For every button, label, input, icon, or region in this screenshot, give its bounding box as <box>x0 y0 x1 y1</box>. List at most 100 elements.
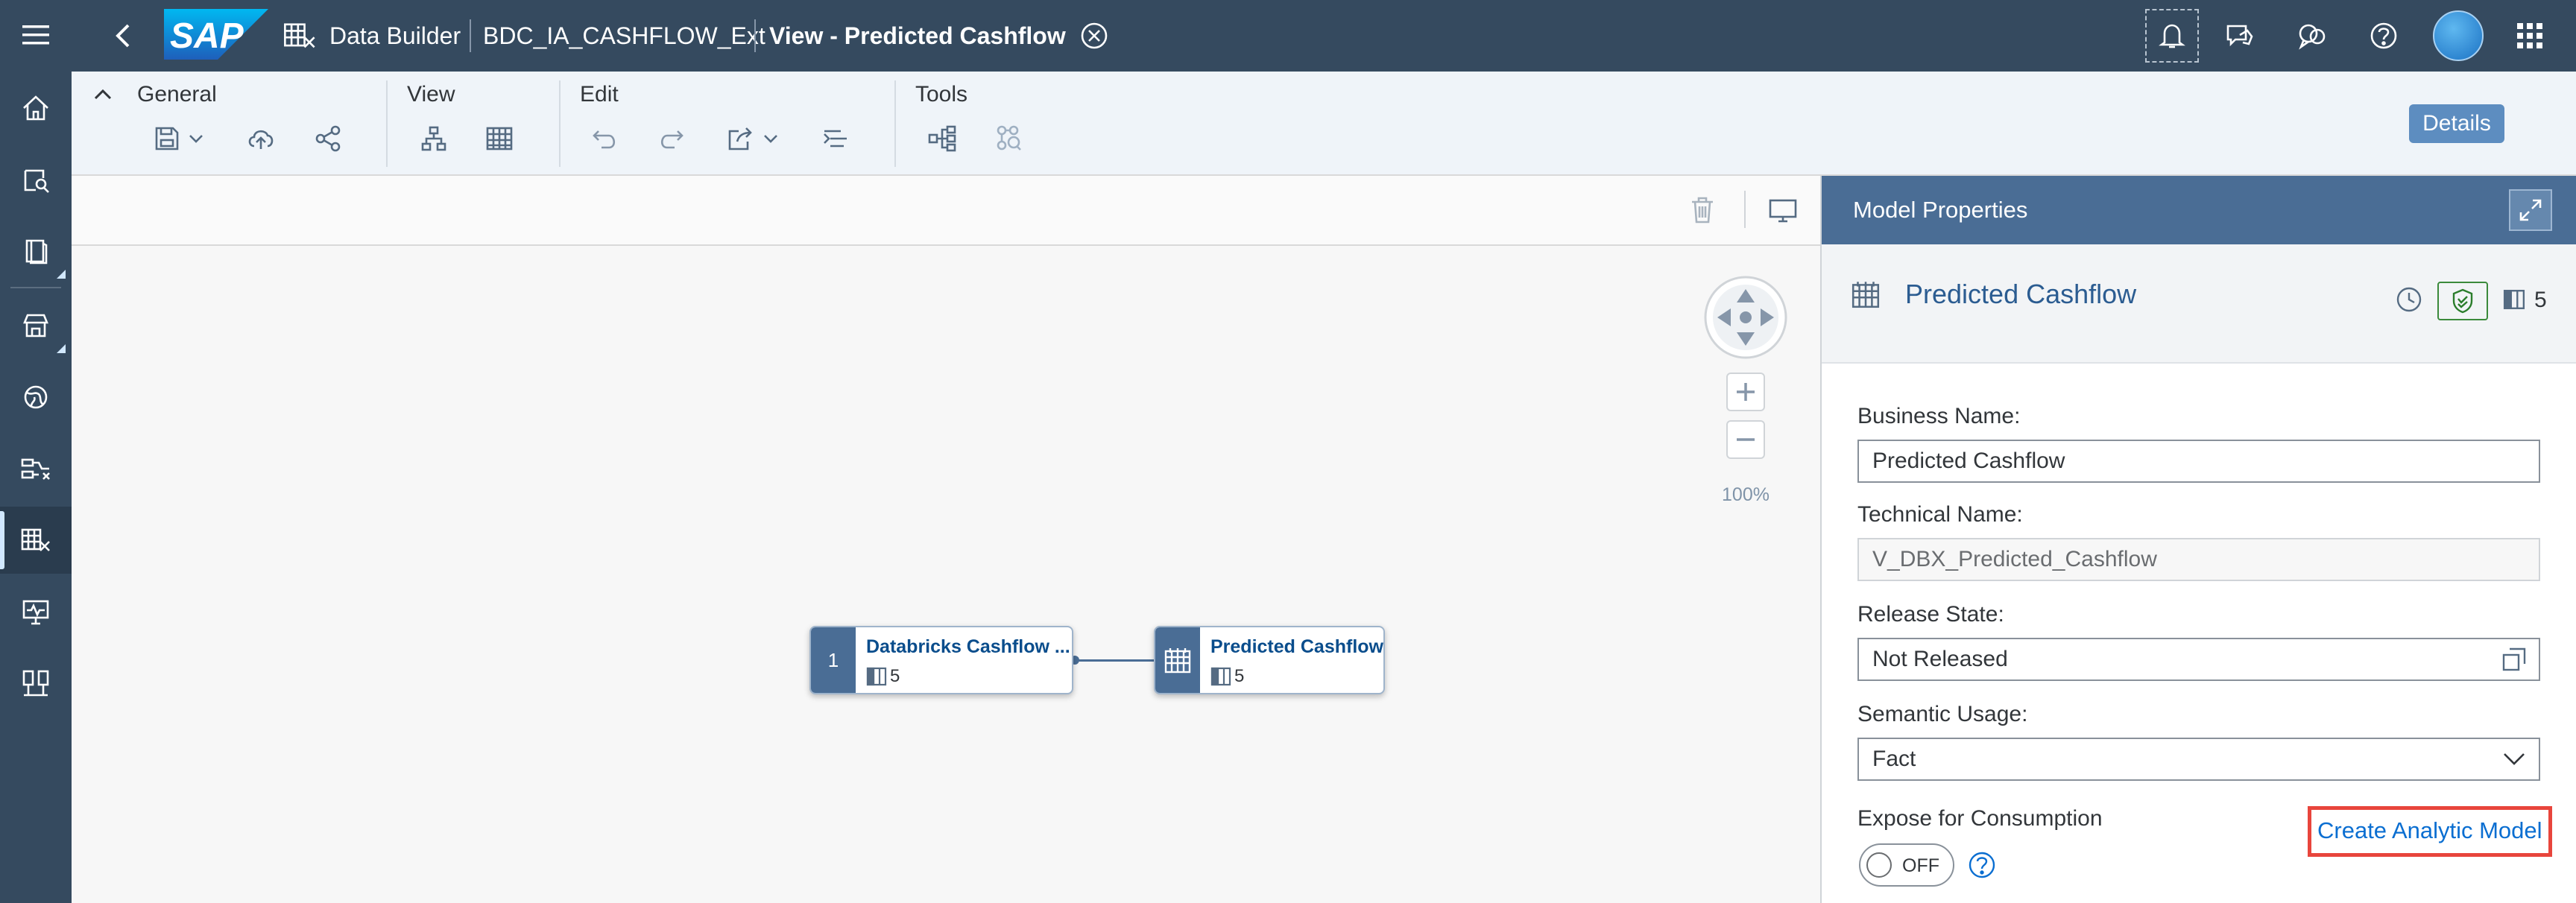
auto-layout-icon[interactable] <box>410 118 458 159</box>
semantic-usage-select[interactable]: Fact <box>1857 738 2540 781</box>
toolbar-group-edit: Edit <box>580 82 619 107</box>
space-name[interactable]: BDC_IA_CASHFLOW_Ext <box>483 0 765 72</box>
expose-help-icon[interactable] <box>1968 851 1996 879</box>
notifications-bell-icon[interactable] <box>2145 9 2199 63</box>
data-builder-app-icon <box>282 18 318 54</box>
expand-indicator <box>57 344 66 353</box>
catalog-search-icon[interactable] <box>0 146 72 213</box>
view-title: View - Predicted Cashflow <box>769 22 1066 49</box>
back-icon[interactable] <box>98 12 146 60</box>
node-column-count: 5 <box>866 666 900 687</box>
node-column-count: 5 <box>1210 666 1244 687</box>
repository-icon[interactable] <box>0 218 72 285</box>
export-menu-button[interactable] <box>716 118 790 159</box>
sap-logo[interactable]: SAP <box>164 9 268 60</box>
view-object-icon <box>1850 279 1881 310</box>
expand-indicator <box>57 270 66 279</box>
object-name: Predicted Cashflow <box>1905 279 2137 309</box>
undo-icon[interactable] <box>581 118 629 159</box>
breadcrumb-separator <box>754 19 756 52</box>
data-builder-icon[interactable] <box>0 507 72 574</box>
pan-navigation-control[interactable] <box>1702 274 1789 361</box>
table-view-icon[interactable] <box>476 118 523 159</box>
chevron-down-icon <box>189 135 203 143</box>
data-preview-icon[interactable] <box>984 118 1032 159</box>
chevron-down-icon[interactable] <box>2501 750 2527 769</box>
redo-icon[interactable] <box>647 118 695 159</box>
share-icon[interactable] <box>304 118 352 159</box>
collapse-toolbar-icon[interactable] <box>92 86 113 101</box>
release-state-value: Not Released <box>1872 647 2008 671</box>
columns-icon <box>866 667 887 686</box>
technical-name-input[interactable]: V_DBX_Predicted_Cashflow <box>1857 538 2540 581</box>
toggle-knob <box>1866 852 1892 878</box>
release-state-field[interactable]: Not Released <box>1857 638 2540 681</box>
menu-icon[interactable] <box>0 1 72 69</box>
toolbar-separator <box>386 80 388 167</box>
source-node-databricks-cashflow[interactable]: 1 Databricks Cashflow ... 5 <box>809 626 1073 694</box>
output-node-predicted-cashflow[interactable]: Predicted Cashflow 5 <box>1154 626 1385 694</box>
panel-title: Model Properties <box>1853 197 2028 223</box>
column-count: 5 <box>2534 288 2547 312</box>
delete-icon[interactable] <box>1689 195 1716 225</box>
save-icon <box>155 127 179 150</box>
data-integration-icon[interactable] <box>0 435 72 502</box>
export-icon <box>728 127 752 150</box>
node-connector <box>1073 659 1155 662</box>
help-icon[interactable] <box>2360 12 2408 60</box>
app-name[interactable]: Data Builder <box>329 0 461 72</box>
release-state-label: Release State: <box>1857 602 2004 627</box>
feedback-icon[interactable] <box>2217 12 2264 60</box>
object-summary: Predicted Cashflow 5 <box>1822 244 2576 364</box>
space-management-icon[interactable] <box>0 650 72 717</box>
semantic-usage-value: Fact <box>1872 747 1916 771</box>
close-view-icon[interactable] <box>1070 12 1118 60</box>
deploy-icon[interactable] <box>237 118 285 159</box>
impact-lineage-list-icon[interactable] <box>812 118 860 159</box>
columns-icon <box>1210 667 1231 686</box>
toolbar-separator <box>894 80 896 167</box>
toolbar-group-view: View <box>407 82 455 107</box>
marketplace-icon[interactable] <box>0 292 72 359</box>
expose-toggle[interactable]: OFF <box>1859 843 1954 887</box>
breadcrumb-separator <box>470 19 471 52</box>
data-access-monitor-icon[interactable] <box>0 578 72 645</box>
save-menu-button[interactable] <box>142 118 216 159</box>
nav-separator <box>10 287 61 288</box>
panel-header: Model Properties <box>1822 176 2576 244</box>
expand-panel-icon[interactable] <box>2509 189 2552 231</box>
zoom-in-icon[interactable] <box>1726 373 1765 411</box>
canvas-toolbar <box>72 176 1820 246</box>
zoom-out-icon[interactable] <box>1726 420 1765 459</box>
toolbar-separator <box>559 80 561 167</box>
diagram-canvas[interactable] <box>72 176 1820 903</box>
svg-text:SAP: SAP <box>170 16 244 56</box>
zoom-level: 100% <box>1722 484 1770 505</box>
product-switch-icon[interactable] <box>2506 12 2554 60</box>
node-badge: 1 <box>811 627 856 693</box>
toolbar-separator <box>1744 191 1746 228</box>
details-button[interactable]: Details <box>2409 104 2504 143</box>
node-title: Databricks Cashflow ... <box>866 636 1070 657</box>
chevron-down-icon <box>764 135 777 143</box>
deployed-status-shield-icon[interactable] <box>2437 282 2488 320</box>
what-is-new-icon[interactable] <box>2288 12 2336 60</box>
data-sharing-globe-icon[interactable] <box>0 364 72 431</box>
business-name-label: Business Name: <box>1857 404 2021 428</box>
value-help-icon[interactable] <box>2501 647 2527 672</box>
user-avatar[interactable] <box>2433 10 2484 61</box>
home-icon[interactable] <box>0 75 72 142</box>
toolbar-group-general: General <box>137 82 217 107</box>
fullscreen-monitor-icon[interactable] <box>1768 198 1798 224</box>
history-clock-icon[interactable] <box>2396 286 2422 313</box>
shell-bar: SAP Data Builder BDC_IA_CASHFLOW_Ext Vie… <box>72 0 2576 72</box>
view-icon <box>1155 627 1200 693</box>
node-title: Predicted Cashflow <box>1210 636 1383 657</box>
side-navigation <box>0 0 72 903</box>
columns-icon <box>2503 289 2525 310</box>
business-name-input[interactable]: Predicted Cashflow <box>1857 440 2540 483</box>
impact-lineage-icon[interactable] <box>918 118 966 159</box>
toggle-state: OFF <box>1902 855 1939 876</box>
toolbar-group-tools: Tools <box>915 82 968 107</box>
create-analytic-model-link[interactable]: Create Analytic Model <box>2317 817 2542 844</box>
